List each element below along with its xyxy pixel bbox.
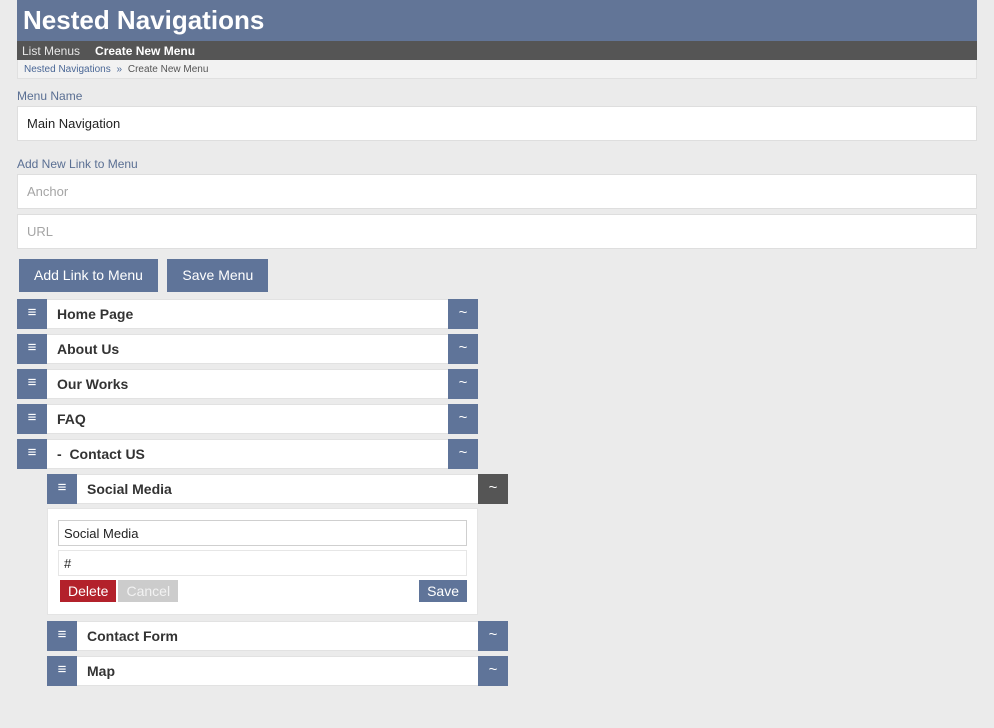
menu-item[interactable]: ≡ Home Page ~ (17, 299, 478, 329)
app-title: Nested Navigations (23, 5, 265, 35)
nav-create-new-menu[interactable]: Create New Menu (95, 44, 195, 58)
menu-item-label: Home Page (47, 299, 448, 329)
menu-item-child[interactable]: ≡ Social Media ~ (47, 474, 508, 504)
menu-item-parent[interactable]: ≡ - Contact US ~ (17, 439, 478, 469)
menu-item-label: FAQ (47, 404, 448, 434)
breadcrumb-current: Create New Menu (127, 64, 209, 75)
menu-name-label: Menu Name (17, 89, 83, 103)
top-nav: List Menus Create New Menu (17, 41, 977, 60)
menu-name-input[interactable] (17, 106, 977, 141)
expand-toggle-icon[interactable]: ~ (448, 334, 478, 364)
anchor-input[interactable] (17, 174, 977, 209)
breadcrumb-separator: » (116, 64, 123, 75)
menu-item[interactable]: ≡ About Us ~ (17, 334, 478, 364)
menu-item[interactable]: ≡ FAQ ~ (17, 404, 478, 434)
menu-item-child[interactable]: ≡ Map ~ (47, 656, 508, 686)
cancel-button[interactable]: Cancel (118, 580, 179, 602)
menu-item[interactable]: ≡ Our Works ~ (17, 369, 478, 399)
save-menu-button[interactable]: Save Menu (167, 259, 269, 292)
expand-toggle-icon[interactable]: ~ (448, 369, 478, 399)
editor-anchor-input[interactable] (58, 520, 467, 546)
expand-toggle-icon[interactable]: ~ (448, 299, 478, 329)
drag-handle-icon[interactable]: ≡ (17, 299, 47, 329)
save-item-button[interactable]: Save (419, 580, 467, 602)
menu-item-label: Contact Form (77, 621, 478, 651)
expand-toggle-icon[interactable]: ~ (478, 621, 508, 651)
menu-item-label: - Contact US (47, 439, 448, 469)
drag-handle-icon[interactable]: ≡ (17, 404, 47, 434)
drag-handle-icon[interactable]: ≡ (47, 474, 77, 504)
expand-toggle-icon[interactable]: ~ (448, 439, 478, 469)
menu-item-editor: DeleteCancel Save (47, 508, 478, 615)
menu-item-label: Social Media (77, 474, 478, 504)
drag-handle-icon[interactable]: ≡ (17, 369, 47, 399)
collapse-toggle-icon[interactable]: ~ (478, 474, 508, 504)
expand-toggle-icon[interactable]: ~ (478, 656, 508, 686)
drag-handle-icon[interactable]: ≡ (47, 621, 77, 651)
add-link-button[interactable]: Add Link to Menu (19, 259, 158, 292)
breadcrumb: Nested Navigations » Create New Menu (17, 60, 977, 79)
form-actions: Add Link to Menu Save Menu (17, 259, 977, 292)
breadcrumb-home-link[interactable]: Nested Navigations (24, 64, 111, 75)
drag-handle-icon[interactable]: ≡ (17, 334, 47, 364)
menu-item-label: About Us (47, 334, 448, 364)
nav-list-menus[interactable]: List Menus (22, 44, 80, 58)
menu-tree: ≡ Home Page ~ ≡ About Us ~ ≡ Our Works ~… (17, 299, 977, 686)
editor-actions: Delete Cancel Save (58, 580, 467, 602)
app-header: Nested Navigations (17, 0, 977, 41)
menu-item-label: Our Works (47, 369, 448, 399)
add-link-label: Add New Link to Menu (17, 157, 138, 171)
expand-toggle-icon[interactable]: ~ (448, 404, 478, 434)
editor-url-input[interactable] (58, 550, 467, 576)
drag-handle-icon[interactable]: ≡ (47, 656, 77, 686)
url-input[interactable] (17, 214, 977, 249)
delete-button[interactable]: Delete (60, 580, 117, 602)
app-container: Nested Navigations List Menus Create New… (17, 0, 977, 691)
drag-handle-icon[interactable]: ≡ (17, 439, 47, 469)
menu-item-label: Map (77, 656, 478, 686)
menu-item-child[interactable]: ≡ Contact Form ~ (47, 621, 508, 651)
